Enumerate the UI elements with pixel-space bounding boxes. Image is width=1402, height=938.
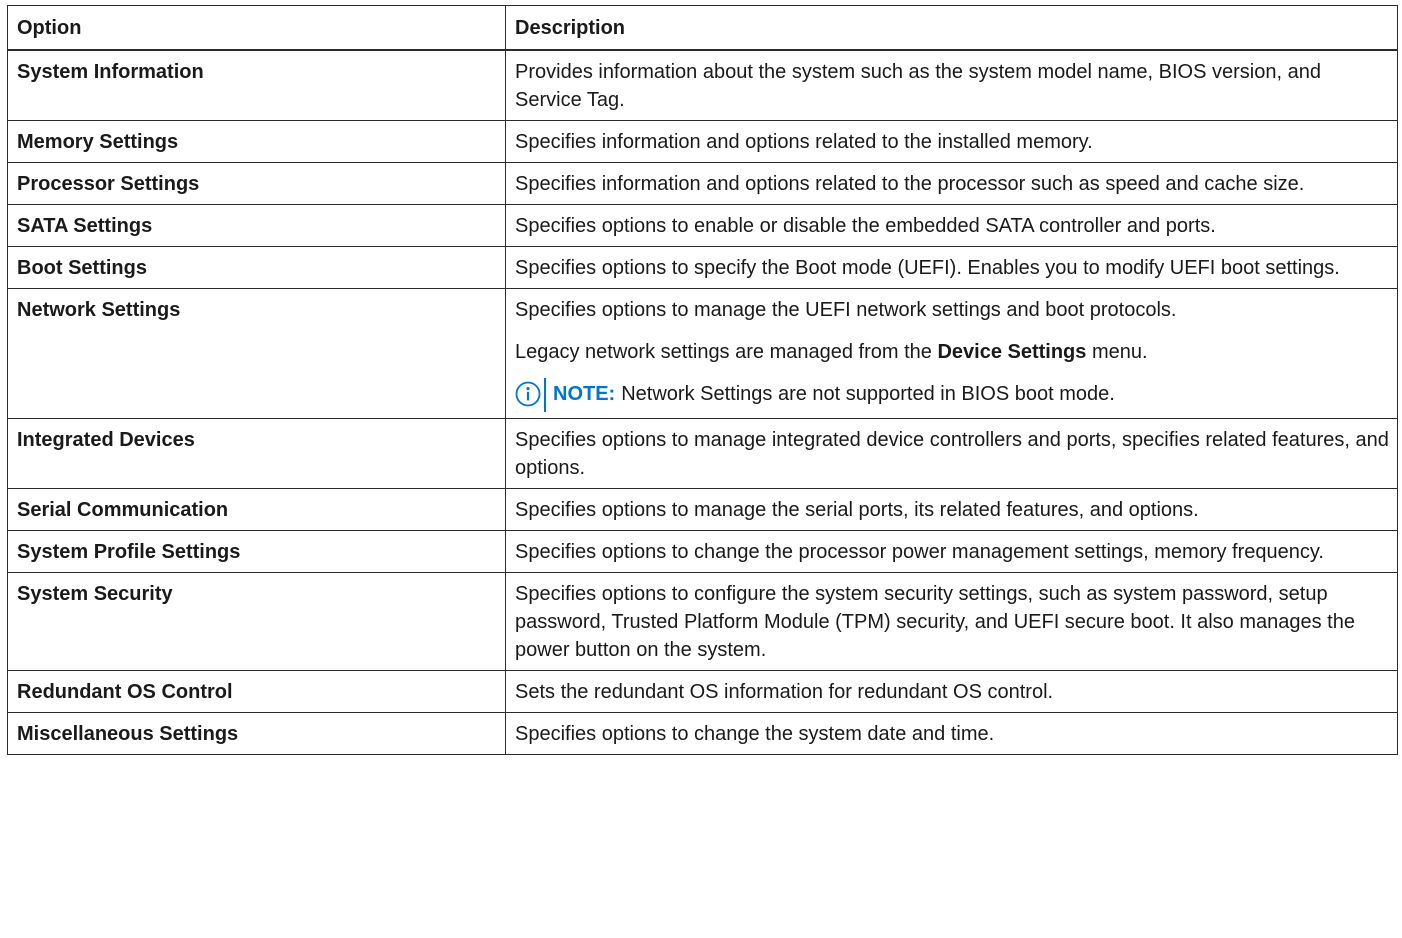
note-callout: NOTE: Network Settings are not supported …	[515, 378, 1389, 412]
table-row: Integrated Devices Specifies options to …	[7, 418, 1398, 489]
option-name: Integrated Devices	[7, 418, 506, 489]
option-name: Serial Communication	[7, 488, 506, 531]
table-row: Serial Communication Specifies options t…	[7, 488, 1398, 531]
note-body: NOTE: Network Settings are not supported …	[553, 380, 1115, 408]
legacy-text-suffix: menu.	[1086, 341, 1148, 363]
column-header-description: Description	[505, 5, 1398, 51]
note-text: Network Settings are not supported in BI…	[621, 383, 1115, 405]
table-row: System Profile Settings Specifies option…	[7, 530, 1398, 573]
options-table: Option Description System Information Pr…	[7, 5, 1398, 755]
option-name: SATA Settings	[7, 204, 506, 247]
note-divider	[544, 378, 546, 412]
table-row: Redundant OS Control Sets the redundant …	[7, 670, 1398, 713]
option-description: Specifies options to manage the UEFI net…	[505, 288, 1398, 419]
legacy-settings-paragraph: Legacy network settings are managed from…	[515, 338, 1389, 366]
option-description: Specifies information and options relate…	[505, 120, 1398, 163]
option-name: Network Settings	[7, 288, 506, 419]
option-description: Provides information about the system su…	[505, 49, 1398, 121]
legacy-text-prefix: Legacy network settings are managed from…	[515, 341, 938, 363]
option-name: Miscellaneous Settings	[7, 712, 506, 755]
note-label: NOTE:	[553, 383, 616, 405]
option-name: System Information	[7, 49, 506, 121]
option-name: Boot Settings	[7, 246, 506, 289]
option-description: Specifies options to manage the serial p…	[505, 488, 1398, 531]
column-header-option: Option	[7, 5, 506, 51]
table-row: Boot Settings Specifies options to speci…	[7, 246, 1398, 289]
option-description: Specifies options to configure the syste…	[505, 572, 1398, 671]
table-header-row: Option Description	[7, 5, 1398, 51]
table-row: Processor Settings Specifies information…	[7, 162, 1398, 205]
option-name: System Profile Settings	[7, 530, 506, 573]
table-row: Network Settings Specifies options to ma…	[7, 288, 1398, 419]
table-row: System Information Provides information …	[7, 49, 1398, 121]
table-row: Miscellaneous Settings Specifies options…	[7, 712, 1398, 755]
option-description: Specifies information and options relate…	[505, 162, 1398, 205]
info-circle-icon	[515, 381, 541, 407]
option-description: Specifies options to manage integrated d…	[505, 418, 1398, 489]
table-row: SATA Settings Specifies options to enabl…	[7, 204, 1398, 247]
description-paragraph: Specifies options to manage the UEFI net…	[515, 299, 1177, 321]
option-description: Specifies options to specify the Boot mo…	[505, 246, 1398, 289]
option-name: System Security	[7, 572, 506, 671]
option-description: Specifies options to change the processo…	[505, 530, 1398, 573]
option-name: Memory Settings	[7, 120, 506, 163]
option-name: Redundant OS Control	[7, 670, 506, 713]
option-name: Processor Settings	[7, 162, 506, 205]
table-row: Memory Settings Specifies information an…	[7, 120, 1398, 163]
table-row: System Security Specifies options to con…	[7, 572, 1398, 671]
option-description: Sets the redundant OS information for re…	[505, 670, 1398, 713]
option-description: Specifies options to change the system d…	[505, 712, 1398, 755]
option-description: Specifies options to enable or disable t…	[505, 204, 1398, 247]
device-settings-menu-name: Device Settings	[937, 341, 1087, 363]
